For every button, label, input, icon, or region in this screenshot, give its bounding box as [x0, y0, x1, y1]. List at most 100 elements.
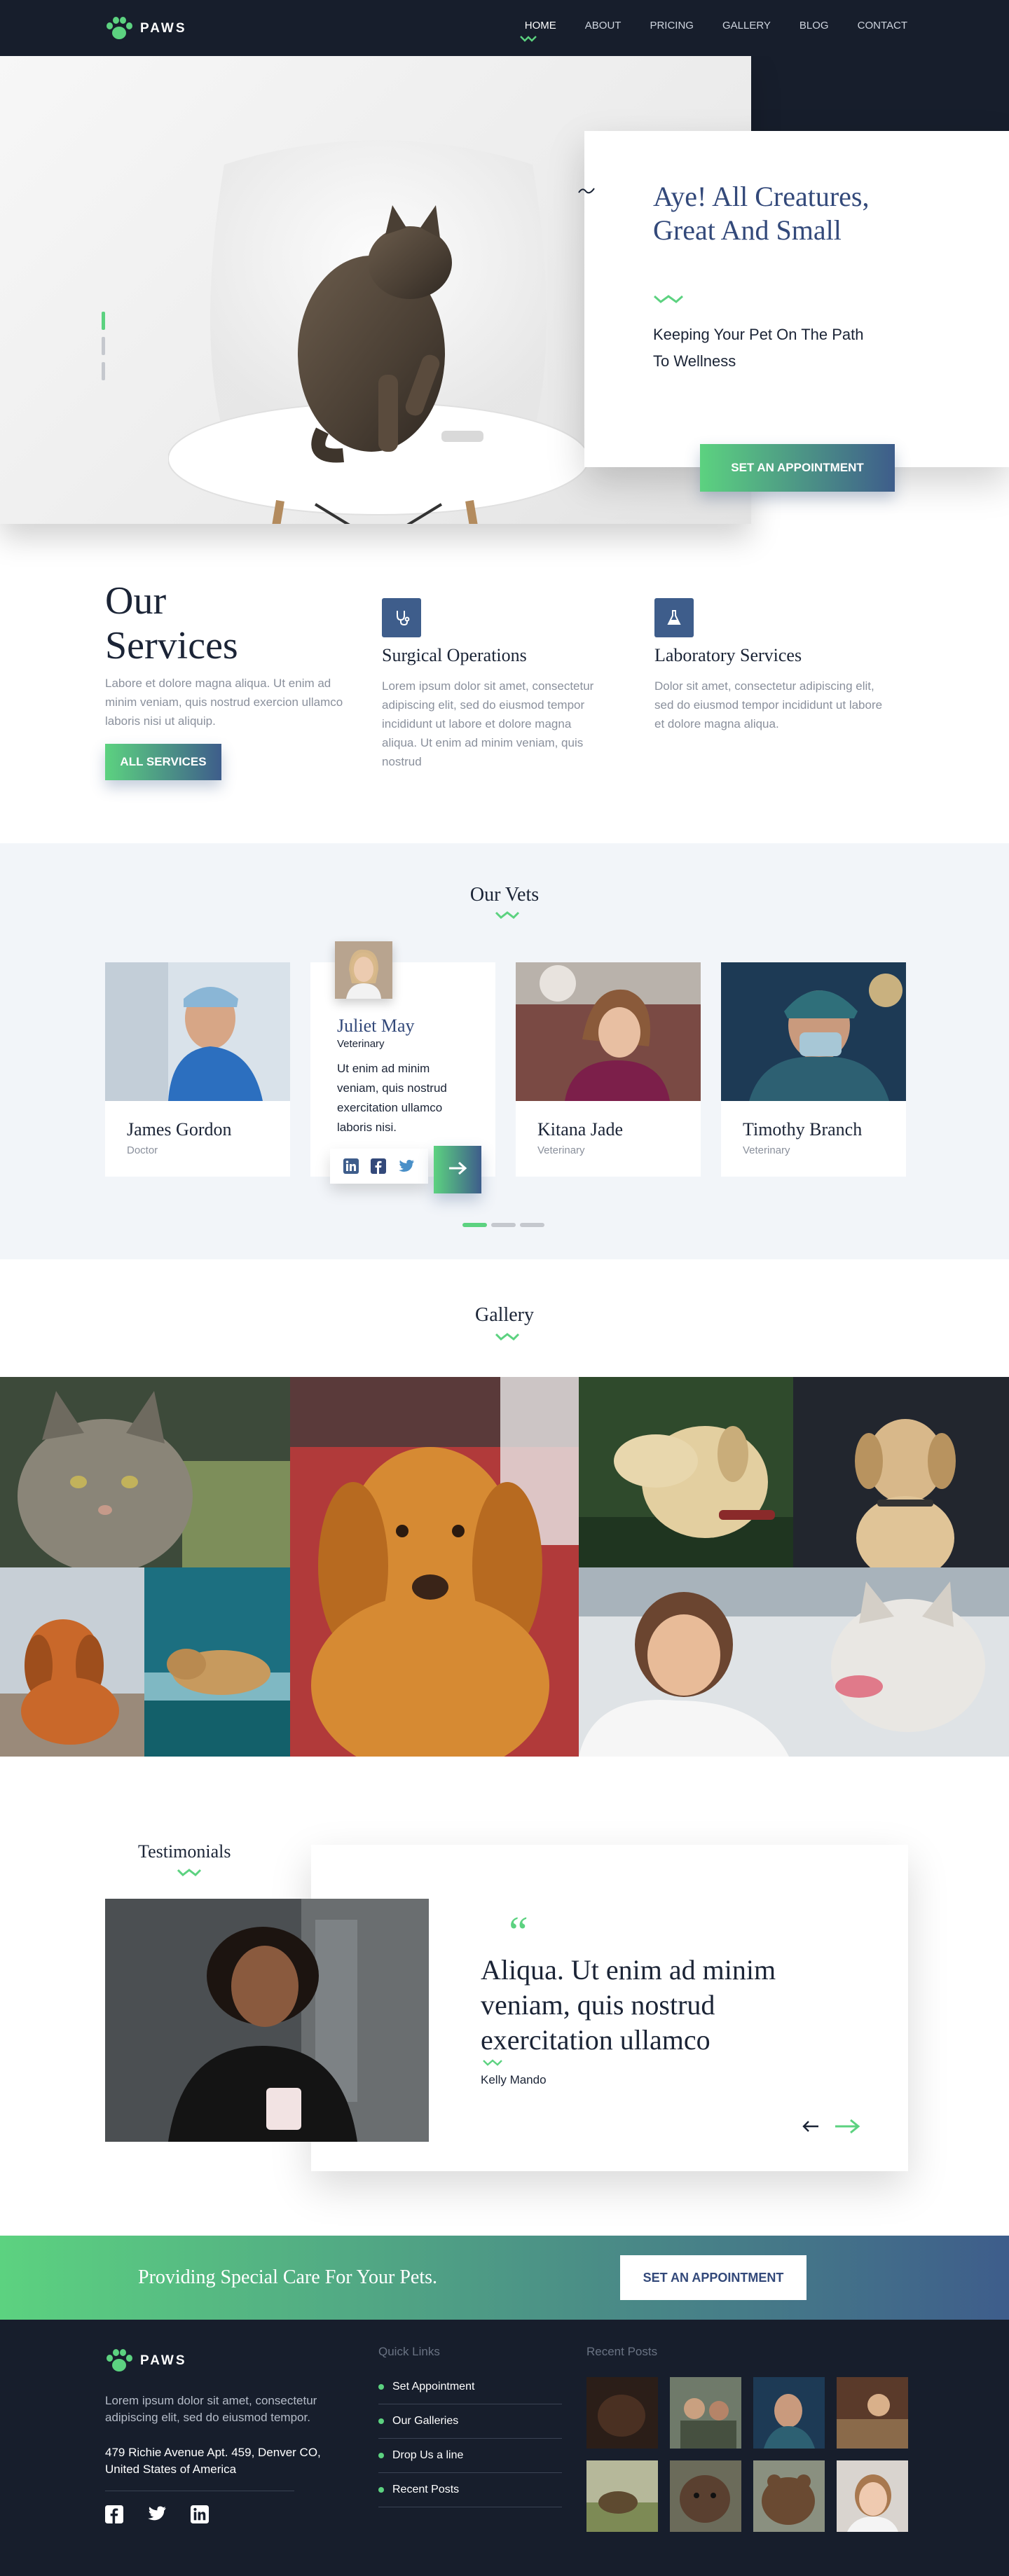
pager-dot-1[interactable]: [462, 1223, 487, 1227]
twitter-icon[interactable]: [398, 1159, 415, 1173]
testimonial-nav: [802, 2118, 860, 2135]
service-text-surgical: Lorem ipsum dolor sit amet, consectetur …: [382, 679, 594, 768]
zigzag-divider-icon: [177, 1869, 202, 1876]
hero-slider-dots: [102, 312, 105, 380]
hero-title: Aye! All Creatures, Great And Small: [653, 181, 870, 246]
vet-card-timothy[interactable]: Timothy Branch Veterinary: [721, 962, 906, 1177]
hero-subtitle: Keeping Your Pet On The Path To Wellness: [653, 326, 864, 370]
vet-social-bar: [330, 1149, 428, 1184]
nav-home[interactable]: HOME: [525, 20, 556, 32]
zigzag-divider-icon: [495, 911, 520, 919]
arrow-right-icon[interactable]: [834, 2118, 860, 2135]
brand-logo[interactable]: PAWS: [105, 17, 187, 41]
vets-pager: [462, 1223, 544, 1227]
facebook-icon[interactable]: [105, 2505, 123, 2523]
zigzag-divider-icon: [654, 295, 683, 303]
recent-post-thumb[interactable]: [753, 2460, 825, 2532]
vet-name: Kitana Jade: [537, 1119, 624, 1140]
service-name-surgical: Surgical Operations: [382, 645, 527, 665]
flask-icon: [654, 598, 694, 637]
zigzag-divider-icon: [483, 2059, 502, 2066]
all-services-button[interactable]: ALL SERVICES: [105, 744, 221, 780]
active-indicator-icon: [520, 36, 537, 42]
footer-brand-name: PAWS: [140, 2353, 187, 2368]
nav-contact[interactable]: CONTACT: [858, 20, 907, 32]
nav-about[interactable]: ABOUT: [585, 20, 622, 32]
squiggle-icon: [578, 188, 595, 194]
quick-link-appointment[interactable]: Set Appointment: [378, 2370, 562, 2404]
gallery-image-pool-dog[interactable]: [144, 1567, 290, 1757]
vet-photo-james: [105, 962, 290, 1101]
top-nav: PAWS HOME ABOUT PRICING GALLERY BLOG CON…: [0, 0, 1009, 56]
gallery-image-labrador[interactable]: [579, 1377, 793, 1567]
gallery-image-woman-husky[interactable]: [579, 1567, 1009, 1757]
vet-name: Juliet May: [337, 1016, 415, 1036]
quick-links-heading: Quick Links: [378, 2345, 440, 2358]
footer-description: Lorem ipsum dolor sit amet, consectetur …: [105, 2394, 317, 2424]
pager-dot-2[interactable]: [491, 1223, 516, 1227]
recent-post-thumb[interactable]: [837, 2377, 908, 2449]
cta-appointment-button[interactable]: SET AN APPOINTMENT: [620, 2255, 806, 2300]
recent-posts-heading: Recent Posts: [586, 2345, 658, 2358]
pager-dot-3[interactable]: [520, 1223, 544, 1227]
testimonial-author: Kelly Mando: [481, 2073, 547, 2086]
recent-post-thumb[interactable]: [586, 2460, 658, 2532]
vet-photo-kitana: [516, 962, 701, 1101]
linkedin-icon[interactable]: [343, 1158, 359, 1174]
paw-icon: [105, 17, 133, 41]
quick-links-list: Set Appointment Our Galleries Drop Us a …: [378, 2370, 562, 2507]
footer-social: [105, 2505, 209, 2523]
testimonial-photo: [105, 1899, 429, 2142]
footer-address: 479 Richie Avenue Apt. 459, Denver CO, U…: [105, 2446, 321, 2476]
gallery-heading: Gallery: [475, 1304, 534, 1326]
arrow-right-icon: [449, 1161, 467, 1175]
slide-dot-2[interactable]: [102, 337, 105, 355]
quick-link-galleries[interactable]: Our Galleries: [378, 2404, 562, 2439]
vet-photo-timothy: [721, 962, 906, 1101]
vet-role: Veterinary: [743, 1144, 790, 1156]
vet-card-james[interactable]: James Gordon Doctor: [105, 962, 290, 1177]
footer: PAWS Lorem ipsum dolor sit amet, consect…: [0, 2320, 1009, 2576]
linkedin-icon[interactable]: [191, 2505, 209, 2523]
recent-post-thumb[interactable]: [670, 2460, 741, 2532]
arrow-left-icon[interactable]: [802, 2119, 820, 2133]
facebook-icon[interactable]: [370, 1158, 386, 1174]
services-heading-line2: Services: [105, 624, 238, 667]
quick-link-recent-posts[interactable]: Recent Posts: [378, 2473, 562, 2507]
nav-gallery[interactable]: GALLERY: [722, 20, 771, 32]
twitter-icon[interactable]: [147, 2505, 167, 2522]
gallery-image-cat[interactable]: [0, 1377, 290, 1567]
recent-post-thumb[interactable]: [670, 2377, 741, 2449]
vets-section: Our Vets James Gordon Doctor Juliet May …: [0, 843, 1009, 1259]
vets-heading: Our Vets: [469, 884, 540, 906]
vet-bio: Ut enim ad minim veniam, quis nostrud ex…: [337, 1062, 447, 1134]
service-name-laboratory: Laboratory Services: [654, 645, 802, 665]
vet-card-juliet[interactable]: Juliet May Veterinary Ut enim ad minim v…: [310, 941, 495, 1193]
main-menu: HOME ABOUT PRICING GALLERY BLOG CONTACT: [525, 20, 907, 32]
hero-card: Aye! All Creatures, Great And Small Keep…: [578, 131, 1009, 467]
hero-dark-block: [751, 56, 1009, 133]
gallery-image-puppy[interactable]: [0, 1567, 144, 1757]
cat-on-chair-illustration: [168, 140, 589, 524]
set-appointment-button[interactable]: SET AN APPOINTMENT: [700, 444, 895, 492]
gallery-image-dog-portrait[interactable]: [793, 1377, 1009, 1567]
services-description: Labore et dolore magna aliqua. Ut enim a…: [105, 677, 343, 728]
quick-link-drop-line[interactable]: Drop Us a line: [378, 2439, 562, 2473]
vet-name: Timothy Branch: [743, 1119, 863, 1140]
vet-card-kitana[interactable]: Kitana Jade Veterinary: [516, 962, 701, 1177]
nav-blog[interactable]: BLOG: [799, 20, 829, 32]
stethoscope-icon: [382, 598, 421, 637]
zigzag-divider-icon: [495, 1333, 520, 1341]
recent-post-thumb[interactable]: [837, 2460, 908, 2532]
vet-name: James Gordon: [127, 1119, 232, 1140]
vets-next-button[interactable]: [434, 1146, 481, 1193]
vet-role: Veterinary: [337, 1038, 385, 1050]
slide-dot-1[interactable]: [102, 312, 105, 330]
footer-logo[interactable]: PAWS: [105, 2349, 187, 2373]
slide-dot-3[interactable]: [102, 362, 105, 380]
nav-pricing[interactable]: PRICING: [650, 20, 694, 32]
recent-post-thumb[interactable]: [753, 2377, 825, 2449]
recent-post-thumb[interactable]: [586, 2377, 658, 2449]
testimonial-quote: Aliqua. Ut enim ad minim veniam, quis no…: [481, 1954, 776, 2056]
gallery-image-golden-retriever[interactable]: [290, 1377, 579, 1757]
